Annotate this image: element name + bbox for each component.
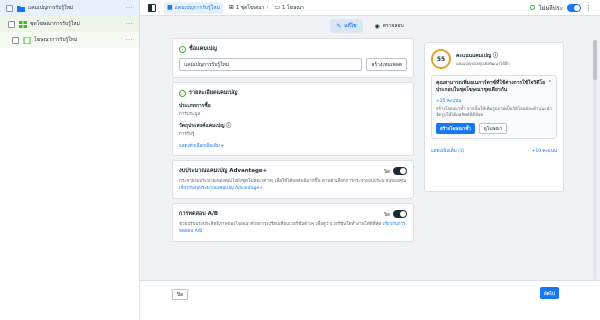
tab-label: ตรวจสอบ — [382, 23, 404, 29]
card-title: ✓ ชื่อแคมเปญ — [179, 45, 407, 53]
check-circle-icon: ✓ — [179, 45, 186, 53]
card-description: ช่วยปรับปรุงประสิทธิภาพของโฆษณาด้วยการเป… — [179, 222, 406, 234]
campaign-details-card: ✓ รายละเอียดแคมเปญ ประเภทการซื้อ การประม… — [172, 82, 414, 156]
bottom-bar: ปิด ถัดไป — [140, 280, 600, 320]
chevron-down-icon: ▾ — [221, 144, 224, 149]
status-text: ไม่ผลีประ — [538, 4, 563, 12]
sidebar-item-adset[interactable]: ชุดโฆษณาการรับรู้ใหม่ ··· — [0, 16, 139, 32]
chevron-right-icon: › — [266, 4, 269, 11]
folder-icon: ■ — [167, 4, 173, 11]
recommendation-card: คุณสามารถเพิ่มอเนการ์ตาซ์ที่ใช้ต่างการใช… — [431, 75, 557, 139]
ab-test-toggle[interactable] — [393, 210, 407, 219]
chevron-up-icon[interactable]: ⌃ — [548, 80, 552, 94]
card-title-text: การทดสอบ A/B — [179, 211, 219, 218]
more-icon[interactable]: ··· — [126, 21, 133, 28]
checkbox[interactable] — [8, 20, 15, 28]
eye-icon: ◉ — [374, 22, 380, 30]
advantage-toggle[interactable] — [393, 167, 407, 175]
more-icon[interactable]: ··· — [126, 37, 133, 44]
page-icon — [23, 36, 31, 44]
status-area: ไม่ผลีประ ⋮ — [529, 3, 592, 13]
next-button[interactable]: ถัดไป — [540, 287, 559, 299]
points-link[interactable]: +10 คะแนน — [532, 147, 557, 154]
score-title: คะแนนแคมเปญ ⓘ — [456, 52, 498, 59]
sidebar-item-label: ชุดโฆษณาการรับรู้ใหม่ — [30, 21, 80, 27]
tab-label: แก้ไข — [344, 23, 357, 29]
main-content: ✓ ชื่อแคมเปญ แคมเปญการรับรู้ใหม่ สร้างเท… — [172, 38, 414, 246]
recommendation-title: คุณสามารถเพิ่มอเนการ์ตาซ์ที่ใช้ต่างการใช… — [436, 80, 546, 93]
card-title-text: ชื่อแคมเปญ — [189, 46, 217, 52]
sidebar-toggle-icon[interactable] — [148, 3, 156, 12]
checkbox[interactable] — [6, 4, 13, 12]
breadcrumb-label: 1 โฆษณา — [282, 4, 304, 11]
page-icon: ▭ — [274, 4, 281, 11]
close-button[interactable]: ปิด — [172, 289, 189, 300]
score-subtitle: แคมเปญของคุณยังพัฒนาได้อีก — [456, 60, 510, 66]
more-icon[interactable]: ⋮ — [585, 4, 592, 12]
card-title: ✓ รายละเอียดแคมเปญ — [179, 89, 407, 97]
view-ad-button[interactable]: ดูโฆษณา — [478, 122, 508, 134]
breadcrumb-label: 1 ชุดโฆษณา — [235, 4, 265, 11]
status-icon — [529, 5, 535, 10]
breadcrumb-adset[interactable]: ⊞ 1 ชุดโฆษณา › — [229, 4, 269, 12]
ab-test-card: การทดสอบ A/B ปิด ช่วยปรับปรุงประสิทธิภาพ… — [172, 203, 414, 243]
tab-edit[interactable]: ✎ แก้ไข — [330, 19, 363, 33]
folder-icon — [17, 5, 25, 12]
toggle-label: ปิด — [384, 212, 390, 218]
scrollbar[interactable] — [593, 40, 597, 280]
campaign-name-input[interactable]: แคมเปญการรับรู้ใหม่ — [179, 58, 363, 71]
objective-label: วัตถุประสงค์แคมเปญ ⓘ — [179, 123, 232, 129]
learn-more-link[interactable]: เกี่ยวกับงบประมาณแคมเปญ Advantage+ — [179, 186, 263, 191]
breadcrumb-ad[interactable]: ▭ 1 โฆษณา — [274, 4, 304, 12]
card-description: กระจายงบประมาณของคุณไปยังชุดโฆษณาต่างๆ เ… — [179, 179, 407, 191]
sidebar: แคมเปญการรับรู้ใหม่ ··· ชุดโฆษณาการรับรู… — [0, 0, 140, 320]
pencil-icon: ✎ — [336, 22, 342, 30]
sidebar-item-label: แคมเปญการรับรู้ใหม่ — [28, 5, 74, 11]
mode-tabs: ✎ แก้ไข ◉ ตรวจสอบ — [140, 16, 600, 36]
grid-icon — [19, 20, 27, 28]
objective-value: การรับรู้ — [179, 132, 195, 137]
more-icon[interactable]: ··· — [126, 5, 133, 12]
breadcrumb-campaign[interactable]: ■ แคมเปญการรับรู้ใหม่ — [164, 1, 223, 14]
score-boost: +35 คะแนน — [436, 98, 462, 104]
purchase-type-label: ประเภทการซื้อ — [179, 103, 211, 109]
campaign-name-card: ✓ ชื่อแคมเปญ แคมเปญการรับรู้ใหม่ สร้างเท… — [172, 38, 414, 78]
toggle-label: ปิด — [384, 169, 390, 175]
info-icon: ⓘ — [492, 52, 498, 59]
card-title-text: รายละเอียดแคมเปญ — [189, 90, 238, 96]
breadcrumb-label: แคมเปญการรับรู้ใหม่ — [174, 4, 220, 11]
duplicate-ad-button[interactable]: สร้างโฆษณาซ้ำ — [436, 122, 475, 134]
create-template-button[interactable]: สร้างเทมเพลต — [366, 58, 407, 71]
recommendation-description: สร้างโฆษณาซ้ำ จากนั้นให้เพิ่มรูปภาพเป็นว… — [436, 106, 552, 118]
info-icon: ⓘ — [226, 123, 232, 129]
sidebar-item-campaign[interactable]: แคมเปญการรับรู้ใหม่ ··· — [0, 0, 139, 16]
purchase-type-value: การประมูล — [179, 112, 201, 117]
sidebar-item-label: โฆษณาการรับรู้ใหม่ — [34, 37, 78, 43]
checkbox[interactable] — [12, 36, 19, 44]
grid-icon: ⊞ — [228, 4, 234, 11]
sidebar-item-ad[interactable]: โฆษณาการรับรู้ใหม่ ··· — [0, 32, 139, 48]
advantage-budget-card: งบประมาณแคมเปญ Advantage+ ปิด กระจายงบปร… — [172, 160, 414, 200]
more-options-link[interactable]: แสดงตัวเลือกเพิ่มเติม ▾ — [179, 142, 407, 149]
score-badge: 55 — [431, 49, 451, 69]
campaign-toggle[interactable] — [567, 3, 581, 12]
card-title-text: งบประมาณแคมเปญ Advantage+ — [179, 168, 268, 174]
campaign-score-panel: 55 คะแนนแคมเปญ ⓘ แคมเปญของคุณยังพัฒนาได้… — [424, 42, 564, 192]
show-more-link[interactable]: แสดงเพิ่มเติม (1) — [431, 147, 464, 154]
top-bar: ■ แคมเปญการรับรู้ใหม่ ⊞ 1 ชุดโฆษณา › ▭ 1… — [140, 0, 600, 16]
check-circle-icon: ✓ — [179, 89, 186, 97]
tab-review[interactable]: ◉ ตรวจสอบ — [369, 19, 410, 33]
